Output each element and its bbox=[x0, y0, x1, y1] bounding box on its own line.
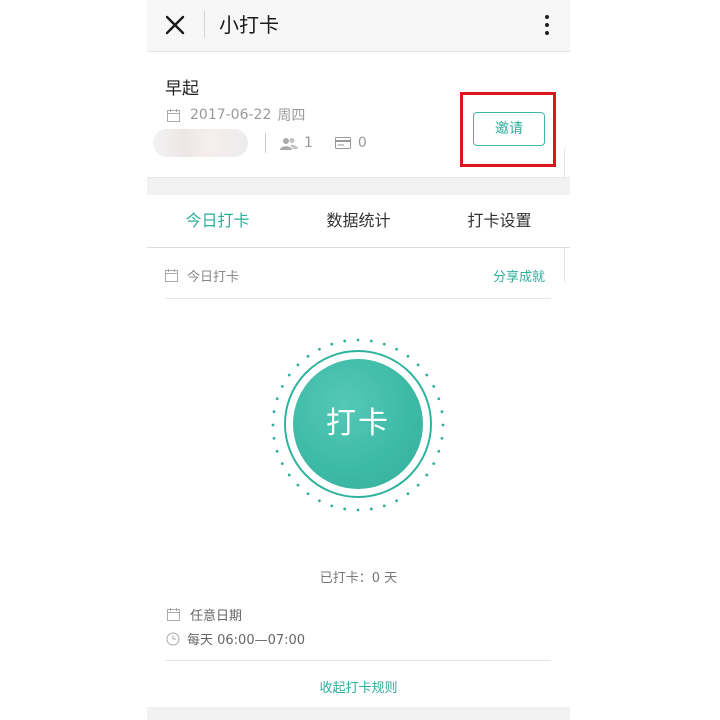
title-divider bbox=[204, 11, 205, 38]
ring-dot bbox=[395, 347, 398, 351]
clock-icon bbox=[166, 632, 180, 645]
ring-dot bbox=[382, 504, 386, 508]
ring-dot bbox=[416, 363, 420, 367]
tab-checkin-settings[interactable]: 打卡设置 bbox=[429, 195, 570, 247]
ring-dot bbox=[318, 347, 321, 351]
more-vertical-icon[interactable] bbox=[542, 12, 552, 38]
collapse-rules-link[interactable]: 收起打卡规则 bbox=[147, 677, 570, 696]
time-rule: 每天 06:00—07:00 bbox=[187, 633, 306, 648]
card-icon bbox=[334, 137, 351, 149]
ring-dot bbox=[287, 473, 291, 477]
ring-dot bbox=[275, 397, 279, 401]
ring-dot bbox=[425, 473, 429, 477]
title-bar: 小打卡 bbox=[147, 0, 570, 52]
group-date-row: 2017-06-22 周四 bbox=[167, 105, 305, 125]
page-title: 小打卡 bbox=[219, 13, 279, 37]
ring-dot bbox=[271, 423, 275, 427]
group-date: 2017-06-22 bbox=[190, 107, 272, 123]
members-icon bbox=[280, 137, 298, 150]
ring-dot bbox=[318, 499, 321, 503]
ring-dot bbox=[330, 342, 334, 346]
tab-today-checkin[interactable]: 今日打卡 bbox=[147, 195, 288, 247]
invite-button[interactable]: 邀请 bbox=[473, 112, 545, 146]
ring-dot bbox=[437, 449, 441, 453]
ring-dot bbox=[275, 449, 279, 453]
ring-dot bbox=[437, 397, 441, 401]
ring-dot bbox=[432, 385, 436, 388]
ring-dot bbox=[296, 363, 300, 367]
group-weekday: 周四 bbox=[277, 108, 306, 124]
ring-dot bbox=[296, 483, 300, 487]
ring-dot bbox=[382, 342, 386, 346]
close-icon[interactable] bbox=[163, 13, 187, 37]
tab-bar: 今日打卡 数据统计 打卡设置 bbox=[147, 195, 570, 248]
ring-dot bbox=[272, 436, 276, 440]
divider bbox=[165, 298, 551, 299]
tab-statistics[interactable]: 数据统计 bbox=[288, 195, 429, 247]
bottom-spacer bbox=[147, 707, 570, 720]
ring-dot bbox=[280, 385, 284, 388]
ring-dot bbox=[406, 492, 410, 496]
checkin-button[interactable]: 打卡 bbox=[284, 350, 432, 498]
date-rule: 任意日期 bbox=[190, 609, 243, 624]
ring-dot bbox=[356, 508, 360, 512]
streak-count: 已打卡：0 天 bbox=[319, 571, 398, 586]
ring-dot bbox=[440, 410, 444, 414]
time-rule-row: 每天 06:00—07:00 bbox=[166, 629, 305, 648]
ring-dot bbox=[440, 436, 444, 440]
ring-dot bbox=[343, 339, 347, 343]
ring-dot bbox=[306, 492, 310, 496]
owner-row: 1 0 bbox=[153, 128, 367, 158]
ring-dot bbox=[416, 483, 420, 487]
ring-dot bbox=[406, 354, 410, 358]
ring-dot bbox=[272, 410, 276, 414]
ring-dot bbox=[356, 338, 360, 342]
ring-dot bbox=[441, 423, 445, 427]
calendar-icon bbox=[167, 608, 180, 621]
calendar-icon bbox=[167, 108, 180, 122]
ring-dot bbox=[395, 499, 398, 503]
today-section-label: 今日打卡 bbox=[187, 269, 240, 285]
cards-count: 0 bbox=[357, 135, 367, 151]
ring-dot bbox=[306, 354, 310, 358]
ring-dot bbox=[369, 339, 373, 343]
owner-divider bbox=[265, 133, 266, 153]
date-rule-row: 任意日期 bbox=[167, 605, 242, 624]
ring-dot bbox=[432, 462, 436, 465]
share-achievement-link[interactable]: 分享成就 bbox=[493, 266, 545, 285]
ring-dot bbox=[287, 373, 291, 377]
app-screen: 小打卡 早起 2017-06-22 周四 1 0 邀请 今日打卡 数据统计 打卡… bbox=[147, 0, 570, 720]
ring-dot bbox=[280, 462, 284, 465]
calendar-icon bbox=[165, 268, 178, 282]
group-name: 早起 bbox=[165, 79, 199, 99]
ring-dot bbox=[343, 507, 347, 511]
divider bbox=[165, 660, 551, 661]
ring-dot bbox=[425, 373, 429, 377]
ring-dot bbox=[369, 507, 373, 511]
section-spacer bbox=[147, 177, 570, 196]
members-count: 1 bbox=[304, 135, 313, 151]
ring-dot bbox=[330, 504, 334, 508]
today-section-header: 今日打卡 分享成就 bbox=[165, 264, 545, 286]
avatar[interactable] bbox=[153, 129, 248, 157]
checkin-button-label: 打卡 bbox=[293, 359, 423, 489]
